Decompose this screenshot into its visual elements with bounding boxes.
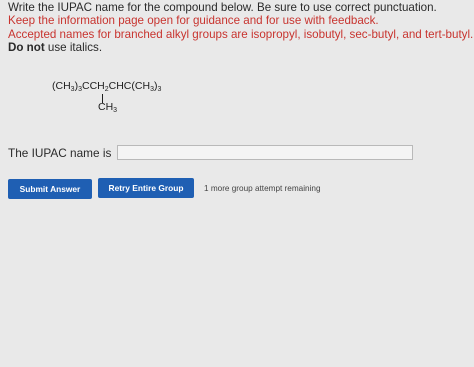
retry-entire-group-button[interactable]: Retry Entire Group <box>98 178 194 198</box>
submit-answer-button[interactable]: Submit Answer <box>8 179 92 199</box>
instruction-line-3: Accepted names for branched alkyl groups… <box>8 27 474 41</box>
formula-subscript: 3 <box>113 107 118 114</box>
answer-row: The IUPAC name is <box>8 145 414 160</box>
instructions: Write the IUPAC name for the compound be… <box>8 1 474 55</box>
formula-subscript: 3 <box>157 86 162 93</box>
answer-label: The IUPAC name is <box>8 145 112 160</box>
instruction-emphasis: Do not <box>8 41 45 55</box>
attempts-remaining-text: 1 more group attempt remaining <box>204 184 321 193</box>
instruction-line-1: Write the IUPAC name for the compound be… <box>8 1 437 14</box>
formula-part: CHC(CH <box>108 80 151 92</box>
instruction-line-2: Keep the information page open for guida… <box>8 14 379 28</box>
formula-part: (CH <box>52 80 71 92</box>
formula-main-chain: (CH3)3CCH2CHC(CH3)3 <box>52 80 161 93</box>
condensed-structural-formula: (CH3)3CCH2CHC(CH3)3 CH3 <box>52 80 161 114</box>
formula-part: CCH <box>81 80 105 92</box>
instruction-line-4: Do not use italics. <box>8 41 470 54</box>
iupac-name-input[interactable] <box>117 145 414 160</box>
formula-part: CH <box>98 101 114 113</box>
instruction-line-4-rest: use italics. <box>44 41 103 55</box>
formula-methyl-branch: CH3 <box>98 101 117 114</box>
